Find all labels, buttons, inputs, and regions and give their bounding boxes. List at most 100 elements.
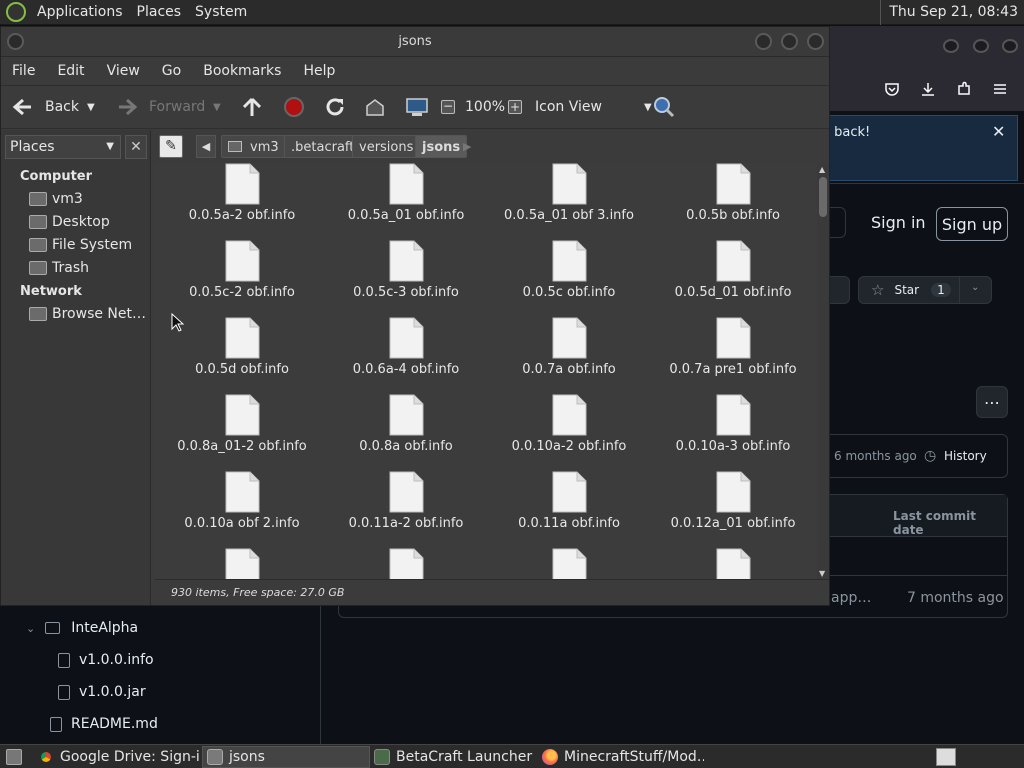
search-icon: [654, 97, 675, 118]
more-options-button[interactable]: ⋯: [976, 386, 1008, 418]
sidebar-item-browse-network[interactable]: Browse Net…: [29, 306, 146, 322]
window-titlebar[interactable]: jsons: [1, 27, 829, 57]
back-history-dropdown[interactable]: ▼: [87, 86, 95, 128]
stop-button[interactable]: [283, 86, 305, 128]
downloads-icon[interactable]: [920, 81, 936, 97]
menu-go[interactable]: Go: [151, 63, 192, 79]
minimize-icon[interactable]: [755, 33, 772, 50]
sidebar-item-vm3[interactable]: vm3: [29, 191, 83, 207]
zoom-in-button[interactable]: +: [508, 86, 522, 128]
file-item[interactable]: 0.0.7a obf.info: [487, 317, 651, 391]
workspace-switcher[interactable]: [936, 746, 958, 768]
sidebar-item-file-system[interactable]: File System: [29, 237, 132, 253]
sidebar-item-label: vm3: [52, 191, 83, 207]
document-icon: [225, 317, 260, 359]
sidebar-type-select[interactable]: Places ▼: [5, 135, 121, 159]
task-betacraft[interactable]: BetaCraft Launcher …: [370, 746, 536, 768]
pocket-icon[interactable]: [884, 81, 900, 97]
menu-help[interactable]: Help: [292, 63, 346, 79]
file-item[interactable]: 0.0.12a_01 obf.info: [651, 471, 815, 545]
forward-history-dropdown[interactable]: ▼: [213, 86, 221, 128]
reload-button[interactable]: [324, 86, 346, 128]
task-google-drive[interactable]: Google Drive: Sign-i…: [34, 746, 200, 768]
menu-bookmarks[interactable]: Bookmarks: [192, 63, 292, 79]
breadcrumb-betacraft[interactable]: .betacraft: [284, 135, 362, 158]
file-item[interactable]: 0.0.5d_01 obf.info: [651, 240, 815, 314]
maximize-icon[interactable]: [973, 39, 989, 53]
file-item[interactable]: 0.0.5a-2 obf.info: [160, 163, 324, 237]
document-icon: [389, 317, 424, 359]
computer-button[interactable]: [405, 86, 429, 128]
file-item[interactable]: 0.0.5c obf.info: [487, 240, 651, 314]
task-jsons[interactable]: jsons: [202, 746, 370, 768]
minimize-icon[interactable]: [943, 39, 959, 53]
chevron-down-icon[interactable]: ⌄: [971, 282, 979, 293]
file-item[interactable]: 0.0.10a-2 obf.info: [487, 394, 651, 468]
menu-edit[interactable]: Edit: [46, 63, 95, 79]
history-link[interactable]: History: [944, 449, 987, 463]
places-menu[interactable]: Places: [130, 4, 189, 20]
close-icon[interactable]: [807, 33, 824, 50]
divider: [830, 183, 1024, 184]
breadcrumb-versions[interactable]: versions: [352, 135, 421, 158]
tree-file-jar[interactable]: v1.0.0.jar: [58, 684, 146, 700]
file-item[interactable]: 0.0.5c-2 obf.info: [160, 240, 324, 314]
document-icon: [716, 394, 751, 436]
sidebar-item-desktop[interactable]: Desktop: [29, 214, 110, 230]
task-minecraftstuff[interactable]: MinecraftStuff/Mod…: [538, 746, 704, 768]
forward-button[interactable]: Forward: [115, 86, 205, 128]
zoom-out-button[interactable]: −: [441, 86, 455, 128]
sidebar-item-trash[interactable]: Trash: [29, 260, 89, 276]
star-button[interactable]: ☆ Star 1 ⌄: [858, 276, 992, 304]
up-button[interactable]: [241, 86, 263, 128]
sign-in-link[interactable]: Sign in: [871, 213, 926, 232]
applications-menu[interactable]: Applications: [30, 4, 130, 20]
edit-location-icon[interactable]: ✎: [159, 135, 183, 158]
system-menu[interactable]: System: [188, 4, 254, 20]
breadcrumb-vm3[interactable]: vm3: [221, 135, 286, 158]
menu-view[interactable]: View: [96, 63, 151, 79]
file-item[interactable]: 0.0.6a-4 obf.info: [324, 317, 488, 391]
tree-file-readme[interactable]: README.md: [50, 716, 158, 732]
hamburger-menu-icon[interactable]: [992, 81, 1008, 97]
file-item[interactable]: 0.0.8a_01-2 obf.info: [160, 394, 324, 468]
scroll-up-icon[interactable]: ▲: [819, 165, 825, 174]
file-item[interactable]: 0.0.8a obf.info: [324, 394, 488, 468]
search-button[interactable]: [653, 86, 675, 128]
vertical-scrollbar[interactable]: ▲ ▼: [817, 163, 829, 604]
distro-logo-icon[interactable]: [6, 2, 26, 22]
view-mode-select[interactable]: Icon View ▼: [535, 86, 652, 128]
close-sidebar-icon[interactable]: ✕: [125, 135, 147, 159]
back-button[interactable]: Back: [11, 86, 79, 128]
file-item[interactable]: 0.0.5c-3 obf.info: [324, 240, 488, 314]
file-item[interactable]: 0.0.7a pre1 obf.info: [651, 317, 815, 391]
menu-file[interactable]: File: [1, 63, 46, 79]
star-icon: ☆: [871, 281, 885, 299]
file-item[interactable]: 0.0.5b obf.info: [651, 163, 815, 237]
clock[interactable]: Thu Sep 21, 08:43: [880, 0, 1018, 25]
file-item[interactable]: 0.0.11a-2 obf.info: [324, 471, 488, 545]
file-item[interactable]: 0.0.5a_01 obf 3.info: [487, 163, 651, 237]
sign-up-button[interactable]: Sign up: [936, 207, 1008, 241]
file-item[interactable]: 0.0.11a obf.info: [487, 471, 651, 545]
banner-close-icon[interactable]: ✕: [992, 122, 1005, 141]
scrollbar-thumb[interactable]: [819, 177, 827, 217]
file-item[interactable]: 0.0.5a_01 obf.info: [324, 163, 488, 237]
home-button[interactable]: [364, 86, 386, 128]
scroll-left-icon[interactable]: ◀: [196, 135, 216, 158]
file-name: 0.0.7a pre1 obf.info: [669, 362, 797, 377]
row-commit-message[interactable]: app…: [831, 590, 871, 606]
close-icon[interactable]: [1002, 39, 1018, 53]
file-item[interactable]: 0.0.10a-3 obf.info: [651, 394, 815, 468]
tree-folder-intealpha[interactable]: ⌄ InteAlpha: [26, 620, 138, 636]
tree-file-info[interactable]: v1.0.0.info: [58, 652, 154, 668]
show-desktop-button[interactable]: [2, 746, 26, 768]
file-item[interactable]: 0.0.10a obf 2.info: [160, 471, 324, 545]
breadcrumb-jsons[interactable]: jsons: [415, 135, 468, 158]
scroll-down-icon[interactable]: ▼: [819, 569, 825, 578]
extensions-icon[interactable]: [956, 81, 972, 97]
scroll-right-icon[interactable]: ▶: [463, 135, 479, 158]
tree-divider: [320, 606, 321, 744]
latest-commit-box: 6 months ago ◷ History: [826, 434, 1008, 478]
maximize-icon[interactable]: [781, 33, 798, 50]
